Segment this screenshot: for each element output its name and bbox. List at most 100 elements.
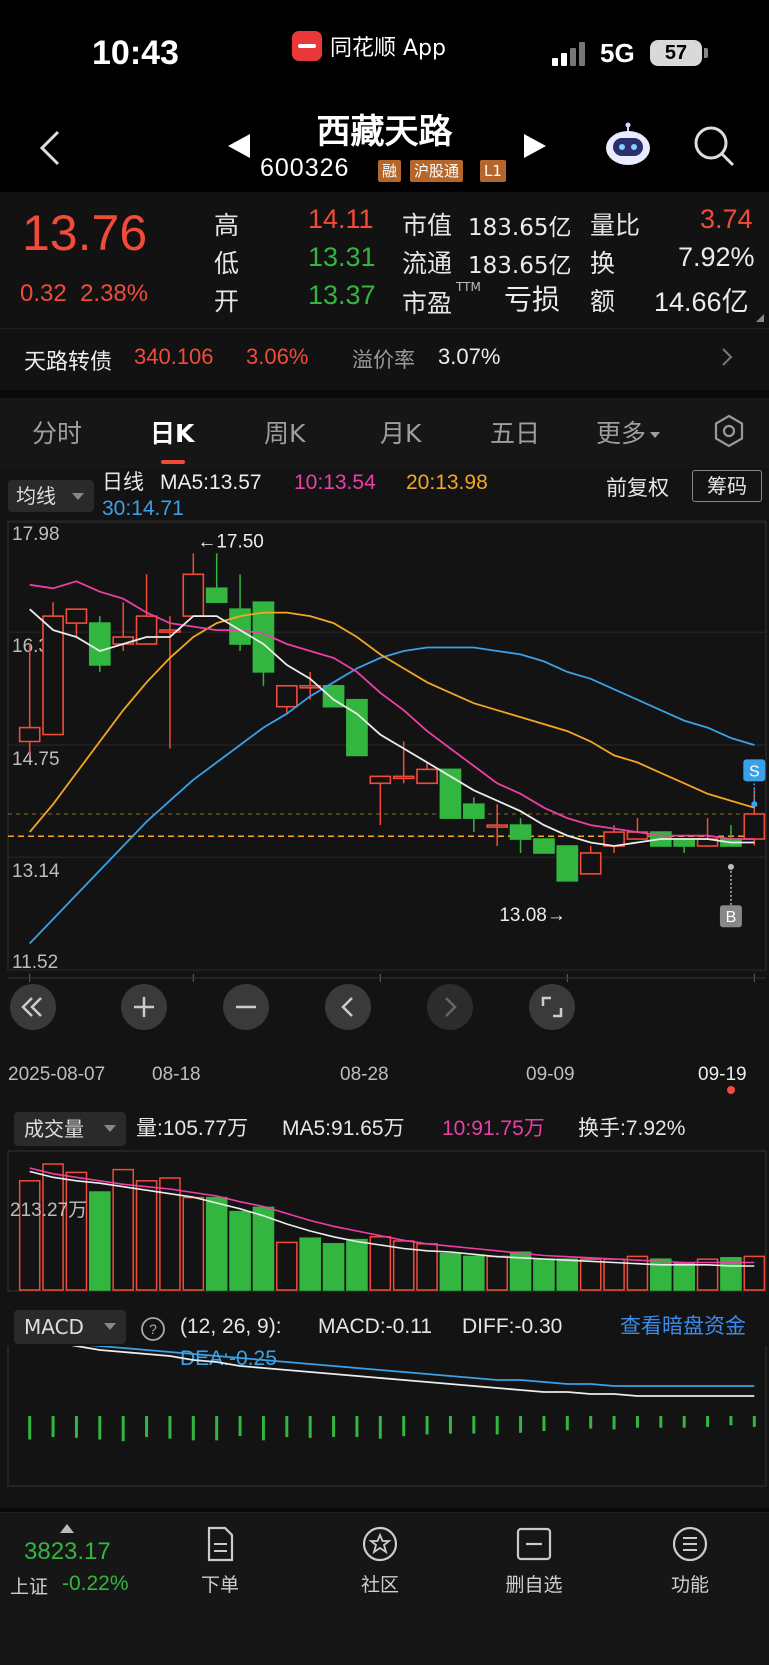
- date-tick: 08-18: [152, 1064, 201, 1085]
- bond-price: 340.106: [134, 344, 214, 369]
- candle: [579, 852, 602, 875]
- change-value: 0.32: [20, 280, 67, 307]
- ma-indicator-dropdown[interactable]: 均线: [8, 480, 94, 512]
- community-icon: [362, 1526, 398, 1562]
- candle: [18, 726, 41, 743]
- volume-ratio-label: 量比: [590, 211, 641, 240]
- market-cap-value: 183.65亿: [468, 215, 572, 241]
- connect-tag: 沪股通: [410, 160, 464, 182]
- candle: [673, 838, 696, 847]
- active-tab-indicator: [161, 460, 185, 464]
- today-dot: [727, 1086, 735, 1094]
- volume-bar: [299, 1237, 321, 1291]
- adjust-mode-toggle[interactable]: 前复权: [606, 472, 669, 502]
- y-axis-label: 13.14: [12, 861, 60, 882]
- ma10-legend: 10:13.54: [294, 471, 376, 494]
- high-annotation: ←17.50: [197, 531, 264, 552]
- app-indicator[interactable]: 同花顺 App: [292, 28, 446, 64]
- sell-marker-dot: [751, 801, 758, 808]
- volume-axis-label: 213.27万: [10, 1200, 87, 1221]
- macd-chart[interactable]: 0.58: [0, 1346, 769, 1492]
- bond-change-pct: 3.06%: [246, 344, 309, 369]
- dark-pool-link[interactable]: 查看暗盘资金: [620, 1312, 746, 1342]
- nav-community[interactable]: 社区: [320, 1524, 440, 1597]
- expand-corner-icon[interactable]: [756, 314, 764, 322]
- chart-settings-icon[interactable]: [712, 414, 746, 448]
- macd-indicator-dropdown[interactable]: MACD: [14, 1310, 126, 1344]
- buy-marker-dot: [727, 863, 734, 870]
- candle: [392, 775, 415, 780]
- more-dropdown-icon: [650, 432, 661, 438]
- tab-more[interactable]: 更多: [596, 414, 661, 450]
- dropdown-arrow-icon: [72, 493, 84, 500]
- candle: [486, 824, 509, 828]
- amount-label: 额: [590, 287, 616, 316]
- dropdown-arrow-icon: [104, 1323, 116, 1330]
- prev-stock-icon[interactable]: [226, 132, 252, 160]
- chip-distribution-button[interactable]: 筹码: [692, 470, 762, 502]
- nav-functions-label: 功能: [670, 1574, 709, 1596]
- scroll-to-start-button[interactable]: [10, 984, 56, 1030]
- sell-badge-label: S: [749, 763, 760, 780]
- change-percent: 2.38%: [80, 280, 149, 307]
- amount-value: 14.66亿: [654, 287, 749, 317]
- index-value[interactable]: 3823.17: [24, 1538, 111, 1566]
- volume-bar: [229, 1210, 251, 1291]
- nav-functions[interactable]: 功能: [630, 1524, 750, 1597]
- stock-code: 600326: [260, 154, 350, 182]
- volume-indicator-dropdown[interactable]: 成交量: [14, 1112, 126, 1146]
- battery-tip: [704, 48, 708, 58]
- tab-five-day[interactable]: 五日: [490, 414, 540, 450]
- nav-order-label: 下单: [200, 1574, 239, 1596]
- tab-weekly-k[interactable]: 周K: [264, 414, 305, 450]
- order-icon: [207, 1526, 234, 1562]
- nav-remove-watchlist[interactable]: 删自选: [474, 1524, 594, 1597]
- turnover-label: 换: [590, 249, 616, 278]
- chevron-right-icon[interactable]: [720, 346, 734, 368]
- candle: [88, 622, 111, 666]
- price-change: 0.32 2.38%: [20, 280, 148, 308]
- nav-order[interactable]: 下单: [160, 1524, 280, 1597]
- search-icon[interactable]: [692, 124, 736, 168]
- zoom-out-button[interactable]: [223, 984, 269, 1030]
- help-icon[interactable]: ?: [140, 1316, 166, 1342]
- index-change: -0.22%: [62, 1572, 129, 1595]
- dea-line: [89, 1346, 755, 1387]
- zoom-in-button[interactable]: [121, 984, 167, 1030]
- volume-bar: [556, 1258, 579, 1291]
- volume-bar: [533, 1258, 555, 1291]
- kline-chart[interactable]: 17.9816.3714.7513.1411.52←17.5013.08→SB: [0, 520, 769, 1050]
- y-axis-label: 14.75: [12, 749, 60, 770]
- tab-daily-k[interactable]: 日K: [150, 414, 194, 450]
- tab-monthly-k[interactable]: 月K: [380, 414, 421, 450]
- bond-name: 天路转债: [24, 350, 113, 375]
- candle: [416, 768, 438, 785]
- volume-bar: [603, 1258, 625, 1291]
- ma20-line: [29, 611, 755, 833]
- volume-bar: [89, 1191, 111, 1291]
- minus-icon: [236, 1005, 256, 1009]
- volume-bar: [579, 1258, 602, 1291]
- date-tick: 08-28: [340, 1064, 389, 1085]
- scroll-right-button[interactable]: [427, 984, 473, 1030]
- tab-intraday[interactable]: 分时: [32, 414, 82, 450]
- macd-value: MACD:-0.11: [318, 1315, 432, 1338]
- fullscreen-button[interactable]: [529, 984, 575, 1030]
- macd-dropdown-label: MACD: [24, 1315, 84, 1339]
- volume-chart[interactable]: 213.27万: [0, 1150, 769, 1300]
- candle: [346, 698, 368, 757]
- ai-assistant-icon[interactable]: [604, 122, 652, 168]
- index-expand-icon[interactable]: [60, 1524, 74, 1533]
- clock: 10:43: [92, 34, 179, 72]
- double-chevron-left-icon: [21, 997, 42, 1017]
- high-value: 14.11: [308, 204, 374, 234]
- volume-ratio-value: 3.74: [700, 204, 753, 234]
- scroll-left-button[interactable]: [325, 984, 371, 1030]
- dropdown-arrow-icon: [104, 1125, 116, 1132]
- signal-icon: [552, 42, 585, 66]
- volume-bar: [439, 1252, 462, 1291]
- volume-bar: [18, 1180, 41, 1291]
- open-label: 开: [214, 287, 240, 316]
- float-cap-value: 183.65亿: [468, 253, 572, 279]
- next-stock-icon[interactable]: [522, 132, 548, 160]
